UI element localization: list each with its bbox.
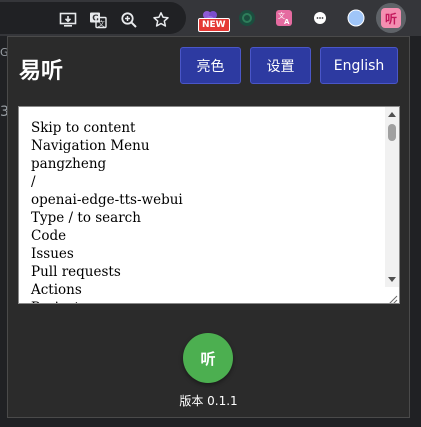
- scroll-thumb[interactable]: [388, 124, 396, 141]
- zoom-icon[interactable]: [117, 8, 141, 32]
- chat-extension-icon[interactable]: [308, 6, 332, 30]
- popup-title: 易听: [19, 59, 64, 84]
- yiting-logo: 听: [381, 8, 401, 28]
- omnibox[interactable]: G 文: [0, 2, 186, 34]
- text-input[interactable]: Skip to content Navigation Menu pangzhen…: [18, 106, 400, 304]
- translate-extension-icon[interactable]: 文 A: [272, 6, 296, 30]
- yiting-extension-icon[interactable]: 听: [376, 3, 406, 33]
- listen-button[interactable]: 听: [183, 333, 233, 383]
- light-theme-button[interactable]: 亮色: [180, 47, 241, 84]
- svg-text:A: A: [284, 18, 290, 26]
- install-app-icon[interactable]: [56, 8, 80, 32]
- green-extension-icon[interactable]: [235, 6, 259, 30]
- svg-text:文: 文: [98, 19, 105, 28]
- version-label: 版本 0.1.1: [179, 394, 238, 408]
- language-button[interactable]: English: [320, 47, 398, 84]
- text-input-content: Skip to content Navigation Menu pangzhen…: [31, 120, 183, 303]
- translate-icon[interactable]: G 文: [86, 8, 110, 32]
- scroll-up-arrow-icon[interactable]: [388, 112, 396, 117]
- textarea-scrollbar[interactable]: [385, 107, 399, 287]
- scroll-down-arrow-icon[interactable]: [388, 277, 396, 282]
- globe-extension-icon[interactable]: [344, 6, 368, 30]
- resize-grip-icon[interactable]: [386, 290, 398, 303]
- new-badge: NEW: [198, 18, 230, 32]
- settings-button[interactable]: 设置: [250, 47, 311, 84]
- bookmark-star-icon[interactable]: [149, 8, 173, 32]
- browser-toolbar: G 文 NEW 文 A 听: [0, 0, 421, 36]
- extension-popup: 易听 亮色 设置 English Skip to content Navigat…: [7, 36, 410, 418]
